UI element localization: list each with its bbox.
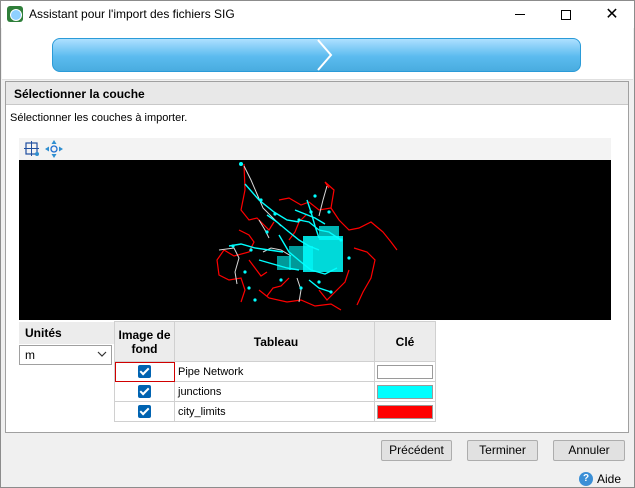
key-color-cell[interactable] xyxy=(374,401,436,422)
instruction-text: Sélectionner les couches à importer. xyxy=(10,112,188,124)
background-checkbox-cell[interactable] xyxy=(114,361,175,382)
layers-table: Image de fond Tableau Clé Pipe Network j… xyxy=(114,321,436,422)
help-icon: ? xyxy=(579,472,593,486)
key-color-cell[interactable] xyxy=(374,361,436,382)
maximize-icon xyxy=(561,9,571,20)
layer-name: junctions xyxy=(174,381,375,402)
layers-table-header: Image de fond Tableau Clé xyxy=(114,321,436,362)
layer-name: city_limits xyxy=(174,401,375,422)
panel-header: Sélectionner la couche xyxy=(6,82,628,105)
cancel-button[interactable]: Annuler xyxy=(553,440,625,461)
chevron-down-icon xyxy=(97,351,107,357)
title-bar: Assistant pour l'import des fichiers SIG… xyxy=(1,1,634,28)
previous-button[interactable]: Précédent xyxy=(381,440,452,461)
step-chevron-icon xyxy=(317,39,333,71)
units-value: m xyxy=(25,348,35,362)
close-button[interactable]: ✕ xyxy=(589,1,635,28)
key-swatch[interactable] xyxy=(377,384,433,399)
checkbox[interactable] xyxy=(138,385,151,398)
minimize-icon xyxy=(515,14,525,15)
help-label: Aide xyxy=(597,472,622,486)
pan-icon[interactable] xyxy=(45,140,63,158)
gis-app-icon xyxy=(7,6,23,22)
wizard-progress-bar xyxy=(52,38,581,72)
select-layer-panel: Sélectionner la couche Sélectionner les … xyxy=(5,81,629,433)
table-row[interactable]: city_limits xyxy=(114,401,436,422)
close-icon: ✕ xyxy=(605,5,619,23)
map-toolbar xyxy=(19,138,611,160)
window-title: Assistant pour l'import des fichiers SIG xyxy=(29,7,235,21)
units-select[interactable]: m xyxy=(19,345,112,365)
key-swatch[interactable] xyxy=(377,404,433,419)
finish-button[interactable]: Terminer xyxy=(467,440,538,461)
header-table: Tableau xyxy=(174,321,375,362)
network-map-drawing xyxy=(216,162,398,311)
maximize-button[interactable] xyxy=(543,1,589,28)
header-key: Clé xyxy=(374,321,436,362)
header-background-image: Image de fond xyxy=(114,321,175,362)
checkbox[interactable] xyxy=(138,405,151,418)
checkbox[interactable] xyxy=(138,365,151,378)
import-wizard-window: Assistant pour l'import des fichiers SIG… xyxy=(0,0,635,488)
background-checkbox-cell[interactable] xyxy=(114,381,175,402)
key-swatch[interactable] xyxy=(377,364,433,379)
panel-title: Sélectionner la couche xyxy=(14,87,145,101)
map-preview[interactable] xyxy=(19,160,611,320)
layer-name: Pipe Network xyxy=(174,361,375,382)
help-link[interactable]: ? Aide xyxy=(579,471,621,487)
background-checkbox-cell[interactable] xyxy=(114,401,175,422)
minimize-button[interactable] xyxy=(497,1,543,28)
zoom-extent-icon[interactable] xyxy=(23,140,41,158)
units-label: Unités xyxy=(19,322,114,344)
table-row[interactable]: Pipe Network xyxy=(114,361,436,382)
key-color-cell[interactable] xyxy=(374,381,436,402)
table-row[interactable]: junctions xyxy=(114,381,436,402)
